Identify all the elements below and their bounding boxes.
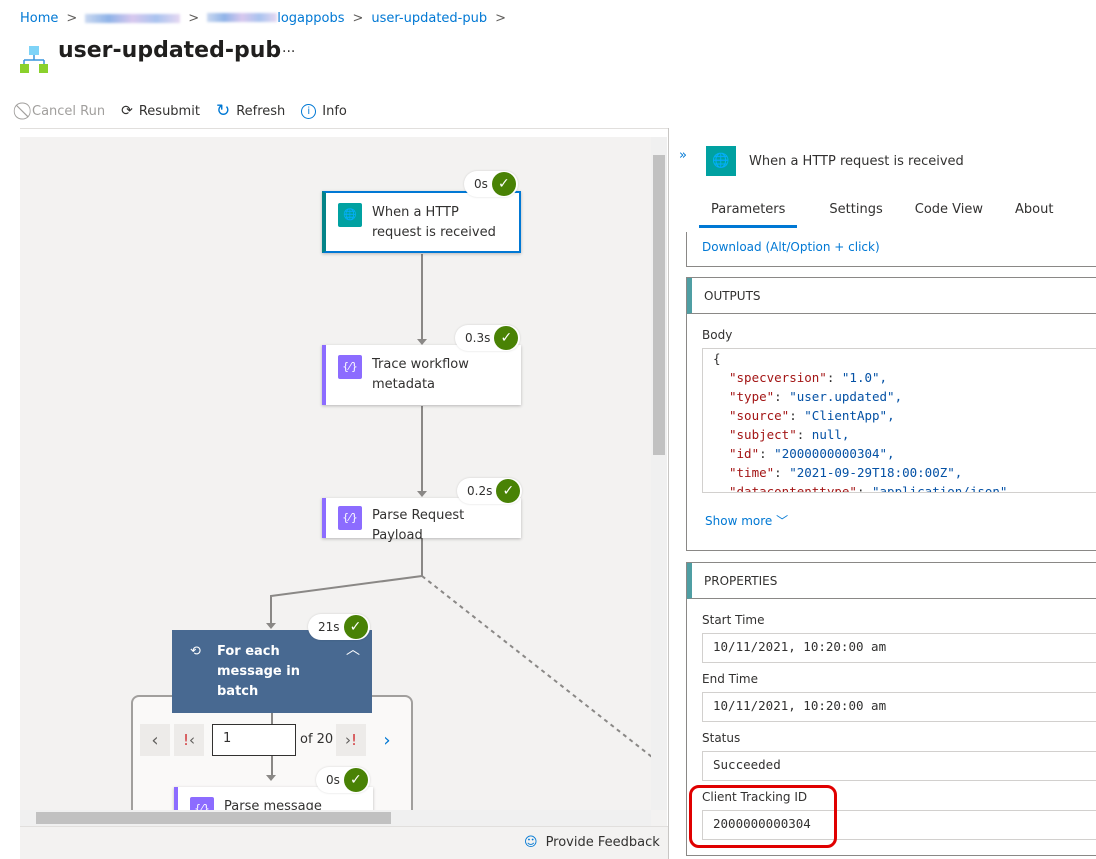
success-check-icon: ✓: [343, 615, 368, 639]
body-label: Body: [702, 328, 733, 342]
info-button[interactable]: i Info: [301, 103, 347, 119]
code-line: "datacontenttype": "application/json": [729, 484, 1008, 493]
tab-parameters[interactable]: Parameters: [699, 200, 798, 228]
breadcrumb: Home > > logappobs > user-updated-pub >: [20, 11, 507, 26]
breadcrumb-redacted[interactable]: [85, 14, 181, 23]
refresh-button[interactable]: ↻ Refresh: [216, 101, 285, 121]
previous-iteration-button[interactable]: ‹: [140, 724, 170, 756]
info-icon: i: [301, 103, 317, 119]
code-line: "type": "user.updated",: [729, 389, 903, 404]
toolbar: ⃠Cancel Run ⟳Resubmit ↻Refresh iInfo: [26, 101, 347, 121]
success-check-icon: ✓: [343, 768, 368, 792]
outputs-section: OUTPUTS Body { "specversion": "1.0", "typ…: [686, 277, 1096, 551]
download-link[interactable]: Download (Alt/Option + click): [702, 240, 880, 254]
feedback-icon: ☺: [524, 835, 538, 850]
next-iteration-button[interactable]: ›: [372, 724, 402, 756]
chevron-down-icon: ﹀: [776, 514, 789, 528]
trigger-card[interactable]: 🌐 When a HTTP request is received: [322, 191, 521, 253]
details-panel: » 🌐 When a HTTP request is received Para…: [668, 128, 1096, 859]
panel-tabs: Parameters Settings Code View About: [699, 200, 1053, 228]
tab-settings[interactable]: Settings: [829, 200, 882, 228]
iteration-count: of 20: [300, 732, 334, 747]
provide-feedback-button[interactable]: ☺ Provide Feedback: [524, 835, 660, 850]
collapse-chevron-icon[interactable]: ︿: [346, 640, 360, 660]
code-line: "source": "ClientApp",: [729, 408, 895, 423]
success-check-icon: ✓: [496, 479, 521, 503]
breadcrumb-logapp[interactable]: logappobs: [207, 11, 344, 26]
page-title: user-updated-pub: [58, 38, 282, 63]
success-check-icon: ✓: [494, 326, 519, 350]
parse-status-badge: 0.2s ✓: [457, 478, 523, 504]
refresh-icon: ↻: [215, 101, 231, 121]
iteration-input[interactable]: 1: [212, 724, 296, 756]
trace-card[interactable]: {⁄} Trace workflow metadata: [322, 345, 521, 405]
compose-icon: {⁄}: [338, 355, 362, 379]
code-line: "subject": null,: [729, 427, 850, 442]
http-globe-icon: 🌐: [338, 203, 362, 227]
status-label: Status: [702, 731, 741, 745]
status-field[interactable]: Succeeded: [702, 751, 1096, 781]
more-button[interactable]: ···: [282, 44, 295, 60]
code-line: "id": "2000000000304",: [729, 446, 895, 461]
next-failed-iteration-button[interactable]: ›!: [336, 724, 366, 756]
end-time-field[interactable]: 10/11/2021, 10:20:00 am: [702, 692, 1096, 722]
tab-code-view[interactable]: Code View: [915, 200, 983, 228]
success-check-icon: ✓: [491, 172, 516, 196]
http-globe-icon: 🌐: [706, 146, 736, 176]
parse-payload-card[interactable]: {⁄} Parse Request Payload: [322, 498, 521, 543]
trace-status-badge: 0.3s ✓: [455, 325, 521, 351]
horizontal-scrollbar[interactable]: [20, 810, 651, 826]
properties-header: PROPERTIES: [687, 563, 1096, 599]
cancel-run-button[interactable]: ⃠Cancel Run: [26, 101, 105, 121]
collapse-panel-icon[interactable]: »: [679, 148, 687, 163]
vertical-scrollbar[interactable]: [651, 137, 667, 810]
loop-icon: ⟲: [190, 644, 201, 659]
show-more-button[interactable]: Show more ﹀: [705, 512, 788, 529]
resubmit-button[interactable]: ⟳ Resubmit: [121, 103, 200, 119]
logic-app-icon: [20, 46, 48, 73]
highlight-annotation: [689, 785, 837, 848]
trigger-status-badge: 0s ✓: [464, 171, 518, 197]
designer-canvas[interactable]: 🌐 When a HTTP request is received 0s ✓ {⁄}…: [20, 137, 667, 826]
start-time-field[interactable]: 10/11/2021, 10:20:00 am: [702, 633, 1096, 663]
parse-message-status-badge: 0s ✓: [316, 767, 370, 793]
resubmit-icon: ⟳: [121, 103, 133, 119]
foreach-status-badge: 21s ✓: [308, 614, 370, 640]
code-line: "specversion": "1.0",: [729, 370, 888, 385]
body-code-view[interactable]: { "specversion": "1.0", "type": "user.upd…: [702, 348, 1096, 493]
breadcrumb-workflow[interactable]: user-updated-pub: [371, 11, 487, 26]
breadcrumb-home[interactable]: Home: [20, 11, 58, 26]
previous-failed-iteration-button[interactable]: ! ‹: [174, 724, 204, 756]
end-time-label: End Time: [702, 672, 758, 686]
panel-title: When a HTTP request is received: [749, 154, 964, 169]
parse-json-icon: {⁄}: [338, 506, 362, 530]
code-line: "time": "2021-09-29T18:00:00Z",: [729, 465, 963, 480]
outputs-header: OUTPUTS: [687, 278, 1096, 314]
foreach-card[interactable]: ⟲ For each message in batch ︿: [172, 630, 372, 713]
start-time-label: Start Time: [702, 613, 765, 627]
tab-about[interactable]: About: [1015, 200, 1053, 228]
